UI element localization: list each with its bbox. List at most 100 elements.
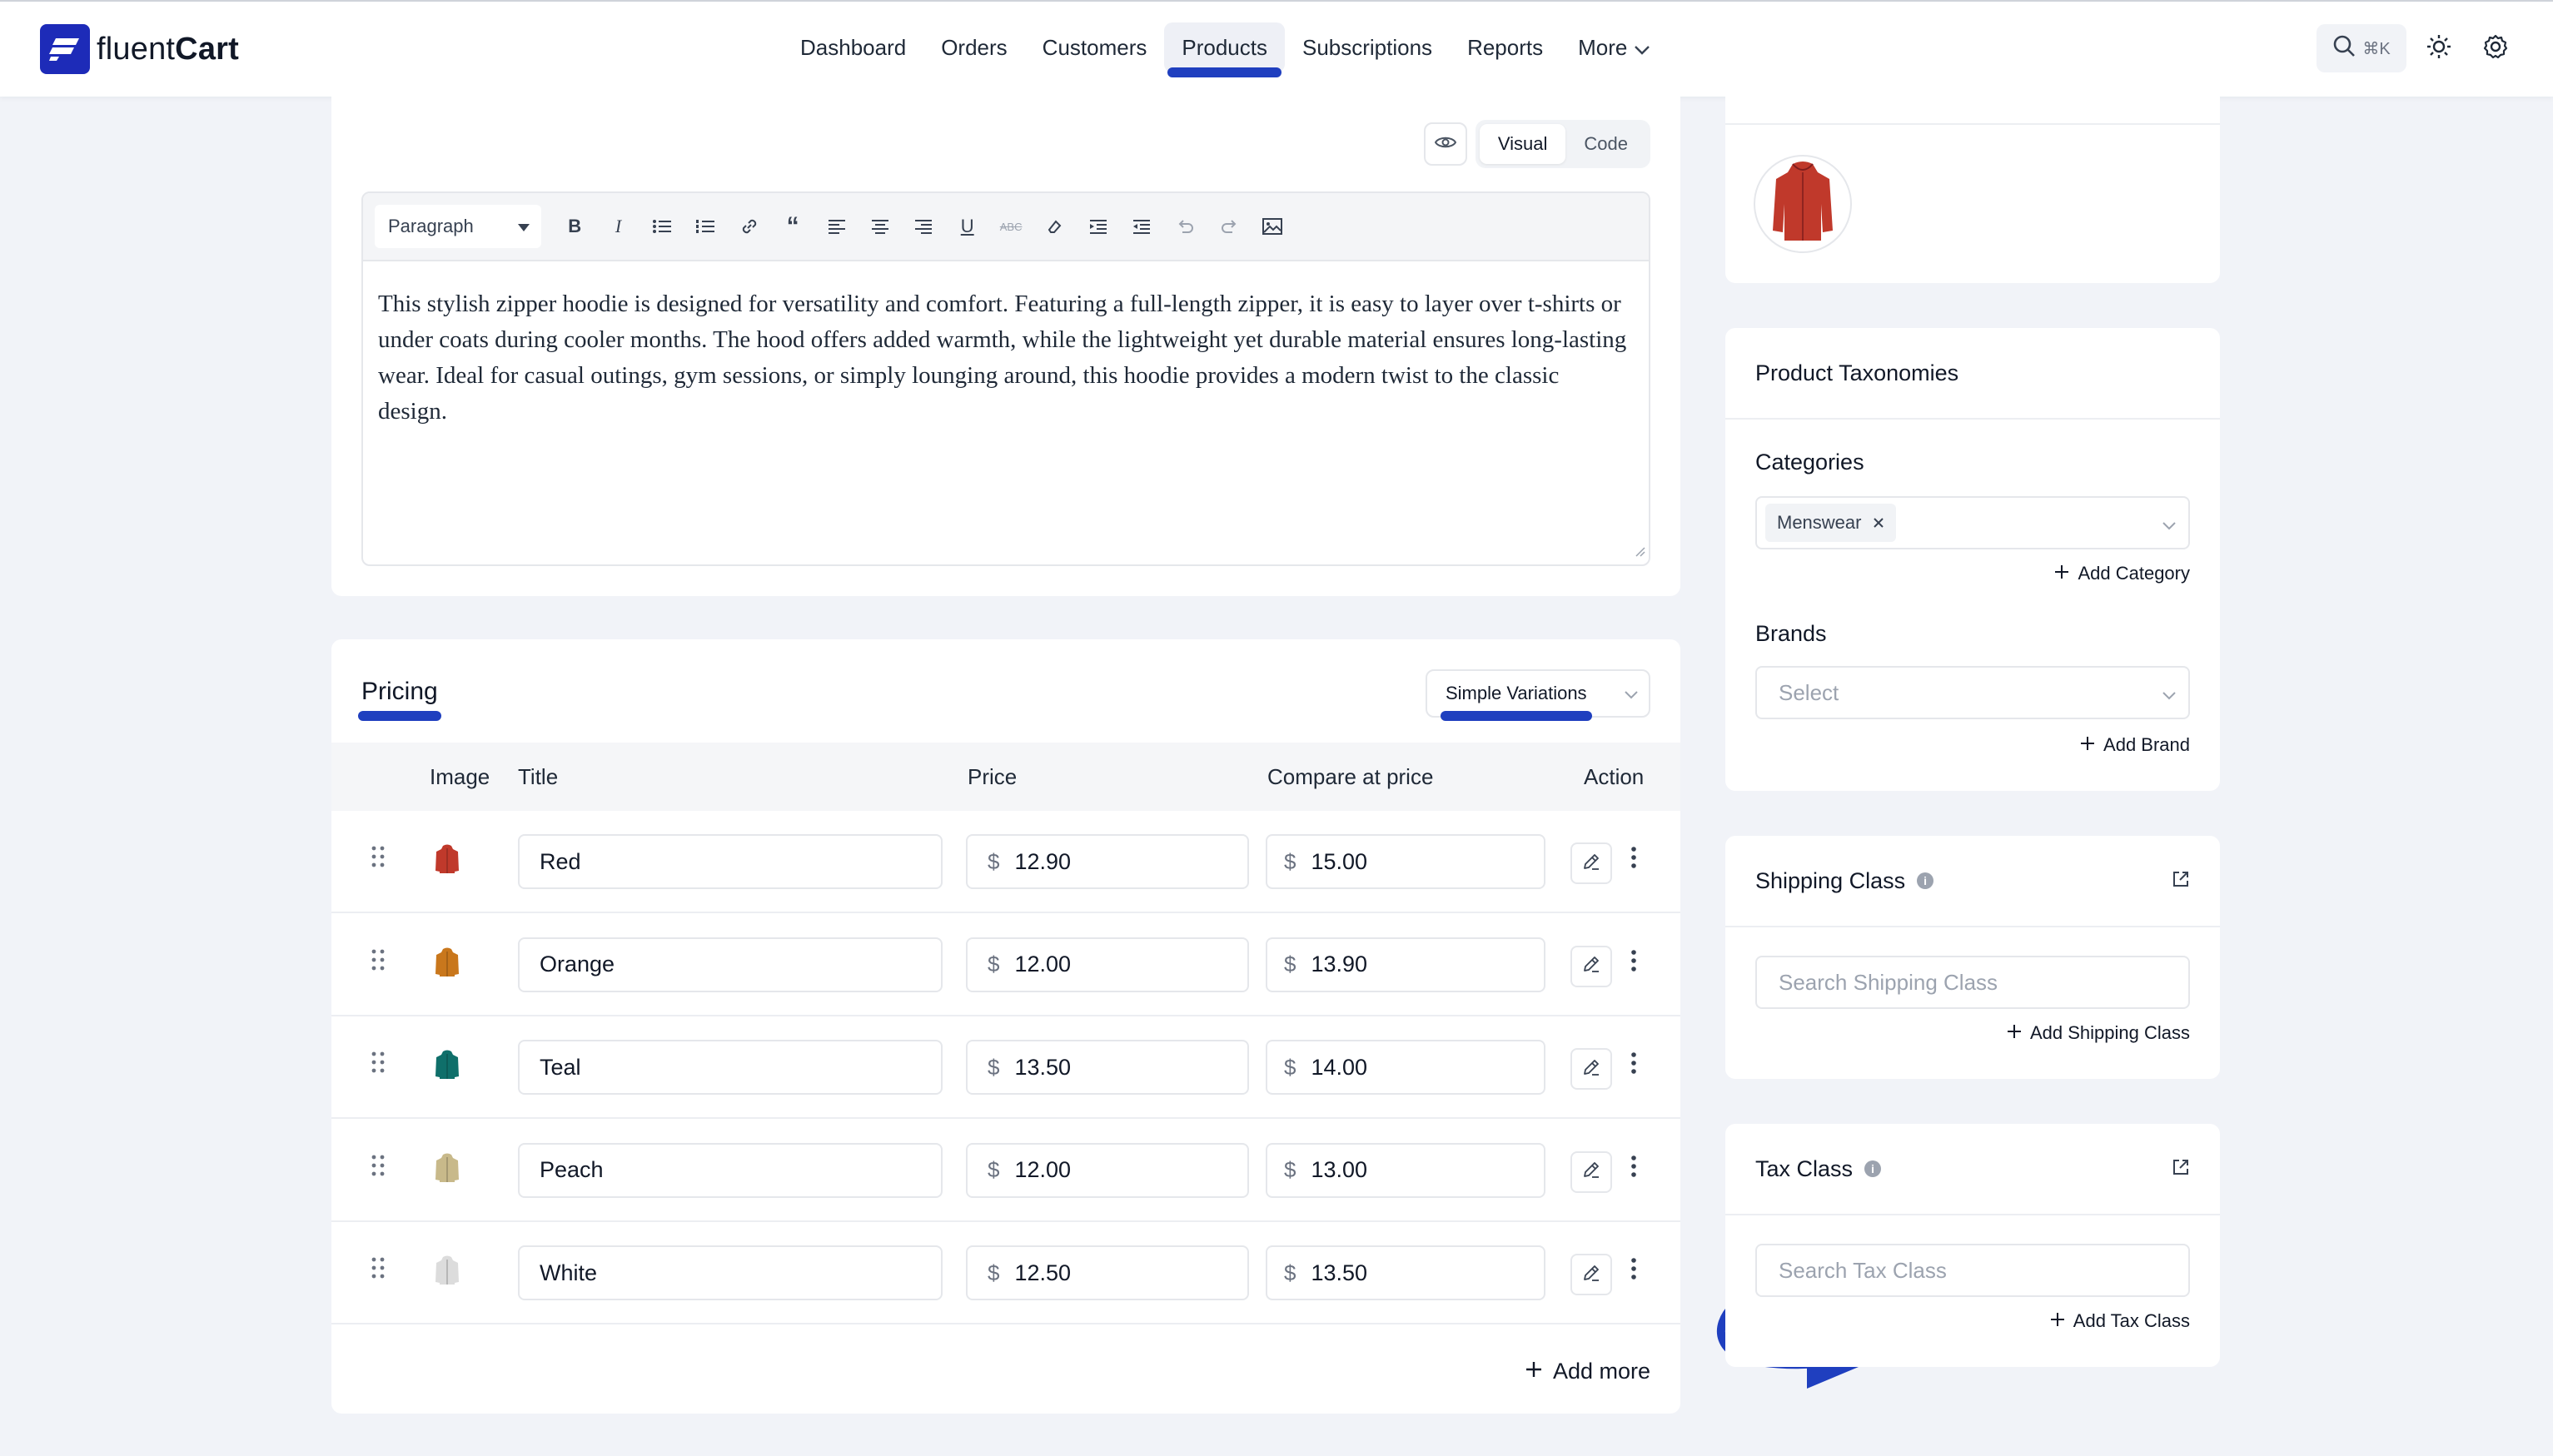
variant-compare-price-input[interactable]: $13.00 (1266, 1142, 1545, 1198)
add-shipping-class-link[interactable]: Add Shipping Class (2007, 1022, 2190, 1044)
align-right-icon[interactable] (902, 205, 945, 248)
column-title: Title (518, 763, 559, 789)
variant-title-input[interactable]: Red (518, 834, 943, 889)
hoodie-icon[interactable] (435, 1050, 460, 1084)
variant-title-input[interactable]: White (518, 1245, 943, 1300)
add-tax-class-link[interactable]: Add Tax Class (2050, 1310, 2190, 1332)
code-mode-button[interactable]: Code (1565, 124, 1646, 164)
link-icon[interactable] (728, 205, 771, 248)
variation-type-select[interactable]: Simple Variations (1426, 669, 1650, 721)
external-link-icon[interactable] (2172, 1156, 2190, 1182)
variant-compare-price-input[interactable]: $13.90 (1266, 937, 1545, 992)
nav-subscriptions[interactable]: Subscriptions (1285, 22, 1450, 72)
external-link-icon[interactable] (2172, 868, 2190, 894)
nav-reports[interactable]: Reports (1450, 22, 1560, 72)
fluentcart-logo-icon (40, 24, 90, 74)
blockquote-icon[interactable]: “ (771, 205, 814, 248)
italic-icon[interactable]: I (596, 205, 639, 248)
edit-variant-button[interactable] (1570, 1048, 1612, 1090)
variant-compare-price-input[interactable]: $15.00 (1266, 834, 1545, 889)
info-icon[interactable]: i (1864, 1160, 1882, 1177)
variant-title-value: White (540, 1260, 598, 1285)
more-vertical-icon[interactable] (1630, 846, 1637, 873)
drag-handle-icon[interactable] (371, 1051, 385, 1077)
redo-icon[interactable] (1207, 205, 1251, 248)
tax-class-search[interactable]: Search Tax Class (1755, 1244, 2190, 1297)
indent-icon[interactable] (1077, 205, 1120, 248)
add-more-button[interactable]: Add more (1525, 1359, 1650, 1384)
variant-price-input[interactable]: $12.50 (966, 1245, 1249, 1300)
add-brand-link[interactable]: Add Brand (2080, 734, 2190, 756)
rich-text-editor: Paragraph B I “ U ABC This stylish zippe… (361, 191, 1650, 566)
more-vertical-icon[interactable] (1630, 949, 1637, 976)
variant-price-input[interactable]: $12.00 (966, 937, 1249, 992)
drag-handle-icon[interactable] (371, 1155, 385, 1180)
brand-logo[interactable]: fluentCart (40, 24, 239, 74)
table-row: Red $12.90 $15.00 (331, 811, 1680, 913)
visual-mode-button[interactable]: Visual (1479, 124, 1566, 164)
strikethrough-icon[interactable]: ABC (989, 205, 1033, 248)
outdent-icon[interactable] (1120, 205, 1163, 248)
nav-dashboard[interactable]: Dashboard (783, 22, 923, 72)
clear-format-icon[interactable] (1033, 205, 1076, 248)
add-category-link[interactable]: Add Category (2054, 563, 2190, 584)
edit-variant-button[interactable] (1570, 945, 1612, 987)
theme-toggle-button[interactable] (2415, 24, 2463, 72)
drag-handle-icon[interactable] (371, 1257, 385, 1283)
underline-icon[interactable]: U (946, 205, 989, 248)
numbered-list-icon[interactable] (684, 205, 727, 248)
edit-variant-button[interactable] (1570, 1254, 1612, 1295)
nav-customers[interactable]: Customers (1025, 22, 1165, 72)
more-vertical-icon[interactable] (1630, 1155, 1637, 1182)
edit-variant-button[interactable] (1570, 1150, 1612, 1193)
variant-price-input[interactable]: $13.50 (966, 1040, 1249, 1095)
image-icon[interactable] (1251, 205, 1294, 248)
currency-symbol: $ (1284, 1157, 1296, 1182)
bullet-list-icon[interactable] (640, 205, 684, 248)
variant-title-input[interactable]: Orange (518, 937, 943, 992)
more-vertical-icon[interactable] (1630, 1257, 1637, 1285)
table-row: Teal $13.50 $14.00 (331, 1016, 1680, 1119)
taxonomies-header: Product Taxonomies (1725, 328, 2220, 420)
drag-handle-icon[interactable] (371, 949, 385, 975)
preview-button[interactable] (1423, 122, 1467, 166)
close-icon[interactable] (1873, 512, 1884, 534)
align-center-icon[interactable] (858, 205, 902, 248)
editor-content[interactable]: This stylish zipper hoodie is designed f… (363, 261, 1649, 455)
search-shortcut: ⌘K (2362, 39, 2391, 58)
variant-title-input[interactable]: Teal (518, 1040, 943, 1095)
hoodie-icon[interactable] (435, 844, 460, 878)
format-select[interactable]: Paragraph (375, 205, 541, 248)
variant-compare-price-input[interactable]: $13.50 (1266, 1245, 1545, 1300)
pricing-card: Pricing Simple Variations Image Title Pr… (331, 639, 1680, 1414)
hoodie-icon[interactable] (435, 1153, 460, 1187)
product-thumbnail[interactable] (1754, 155, 1852, 253)
shipping-class-search[interactable]: Search Shipping Class (1755, 956, 2190, 1009)
nav-orders[interactable]: Orders (923, 22, 1024, 72)
variant-title-input[interactable]: Peach (518, 1142, 943, 1198)
resize-handle-icon[interactable] (1634, 545, 1645, 561)
nav-products[interactable]: Products (1164, 22, 1285, 77)
variant-price-input[interactable]: $12.00 (966, 1142, 1249, 1198)
align-left-icon[interactable] (814, 205, 858, 248)
more-vertical-icon[interactable] (1630, 1051, 1637, 1079)
nav-label: Orders (941, 34, 1008, 60)
undo-icon[interactable] (1163, 205, 1207, 248)
brands-placeholder: Select (1779, 679, 1839, 705)
nav-more[interactable]: More (1560, 22, 1668, 72)
category-chip: Menswear (1765, 504, 1897, 542)
bold-icon[interactable]: B (553, 205, 596, 248)
edit-variant-button[interactable] (1570, 842, 1612, 884)
categories-select[interactable]: Menswear (1755, 496, 2190, 549)
variant-compare-price-input[interactable]: $14.00 (1266, 1040, 1545, 1095)
global-search-button[interactable]: ⌘K (2317, 24, 2406, 72)
variant-price-input[interactable]: $12.90 (966, 834, 1249, 889)
nav-label: Products (1182, 34, 1267, 60)
hoodie-icon[interactable] (435, 1255, 460, 1290)
hoodie-icon[interactable] (435, 947, 460, 981)
settings-button[interactable] (2471, 24, 2520, 72)
brands-select[interactable]: Select (1755, 666, 2190, 719)
main-nav: Dashboard Orders Customers Products Subs… (783, 18, 1668, 77)
info-icon[interactable]: i (1917, 872, 1934, 889)
drag-handle-icon[interactable] (371, 846, 385, 872)
